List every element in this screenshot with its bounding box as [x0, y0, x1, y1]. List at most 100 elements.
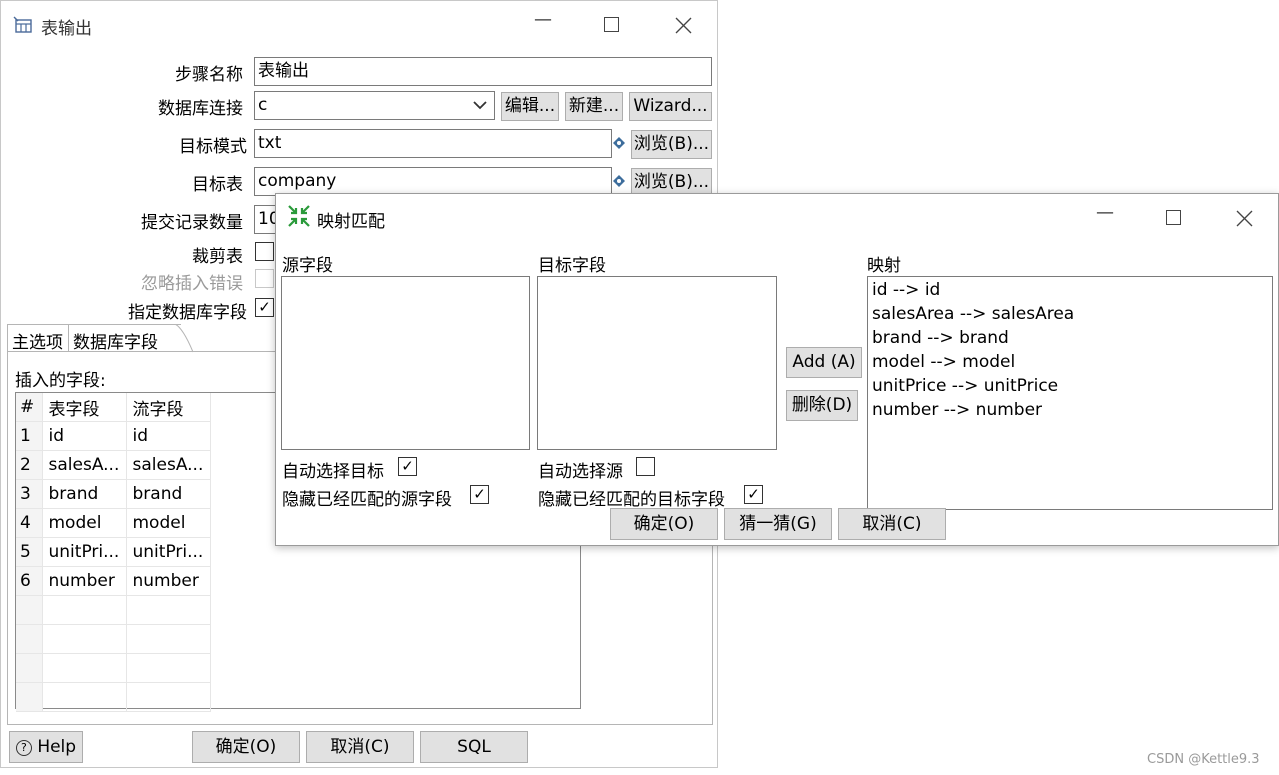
ignore-errors-label: 忽略插入错误 — [141, 274, 243, 294]
row-number: 5 — [16, 537, 43, 567]
help-button[interactable]: ? Help — [9, 731, 83, 763]
fields-table[interactable]: # 表字段 流字段 1 id id 2 salesA... salesA... 3 bra… — [16, 393, 211, 712]
table-cell[interactable]: brand — [126, 479, 211, 509]
table-header: 流字段 — [126, 393, 211, 422]
table-row — [16, 653, 211, 683]
table-cell[interactable]: brand — [42, 479, 127, 509]
table-output-icon — [13, 16, 32, 33]
fields-label: 插入的字段: — [15, 371, 106, 391]
table-header-row: # 表字段 流字段 — [16, 393, 211, 422]
table-cell[interactable]: model — [126, 508, 211, 538]
hide-matched-target-checkbox[interactable]: ✓ — [744, 485, 763, 504]
ok-button[interactable]: 确定(O) — [192, 731, 300, 763]
table-cell[interactable]: id — [126, 421, 211, 451]
list-item[interactable]: unitPrice --> unitPrice — [872, 376, 1058, 396]
table-header: # — [16, 393, 43, 422]
browse-schema-button[interactable]: 浏览(B)... — [631, 130, 712, 159]
guess-button[interactable]: 猜一猜(G) — [724, 508, 832, 540]
tab-main-options[interactable]: 主选项 — [7, 324, 69, 353]
row-number: 1 — [16, 421, 43, 451]
table-row[interactable]: 6 number number — [16, 566, 211, 596]
row-number: 2 — [16, 450, 43, 480]
add-mapping-button[interactable]: Add (A) — [786, 347, 862, 378]
row-number: 4 — [16, 508, 43, 538]
auto-select-source-label: 自动选择源 — [538, 462, 623, 482]
mappings-list[interactable]: id --> id salesArea --> salesArea brand … — [867, 276, 1273, 510]
dialog-cancel-button[interactable]: 取消(C) — [838, 508, 946, 540]
sql-button[interactable]: SQL — [420, 731, 528, 763]
db-connection-select[interactable]: c — [254, 91, 495, 120]
table-row[interactable]: 1 id id — [16, 421, 211, 451]
table-cell[interactable]: unitPri... — [126, 537, 211, 567]
minimize-icon[interactable]: — — [1096, 202, 1114, 223]
db-connection-value: c — [258, 95, 268, 115]
table-cell[interactable]: number — [42, 566, 127, 596]
step-name-input[interactable]: 表输出 — [254, 57, 712, 86]
table-row[interactable]: 2 salesA... salesA... — [16, 450, 211, 480]
hide-matched-target-label: 隐藏已经匹配的目标字段 — [538, 490, 725, 510]
step-name-label: 步骤名称 — [175, 65, 243, 85]
auto-select-target-label: 自动选择目标 — [282, 462, 384, 482]
specify-fields-checkbox[interactable]: ✓ — [255, 298, 274, 317]
list-item[interactable]: salesArea --> salesArea — [872, 304, 1074, 324]
hide-matched-source-checkbox[interactable]: ✓ — [470, 485, 489, 504]
table-cell[interactable]: id — [42, 421, 127, 451]
wizard-button[interactable]: Wizard... — [629, 92, 712, 121]
db-connection-label: 数据库连接 — [158, 99, 243, 119]
chevron-down-icon — [473, 101, 487, 110]
window-title: 表输出 — [41, 19, 92, 39]
target-schema-label: 目标模式 — [179, 137, 247, 157]
table-cell[interactable]: salesA... — [126, 450, 211, 480]
maximize-icon[interactable] — [604, 17, 619, 32]
help-label: Help — [37, 737, 77, 757]
tab-db-fields[interactable]: 数据库字段 — [69, 324, 181, 353]
table-cell[interactable]: number — [126, 566, 211, 596]
table-row — [16, 624, 211, 654]
help-icon: ? — [15, 740, 32, 756]
auto-select-target-checkbox[interactable]: ✓ — [398, 457, 417, 476]
mapping-icon — [288, 205, 310, 227]
target-fields-list[interactable] — [537, 276, 777, 450]
cancel-button[interactable]: 取消(C) — [306, 731, 414, 763]
target-fields-label: 目标字段 — [538, 256, 606, 276]
list-item[interactable]: brand --> brand — [872, 328, 1009, 348]
close-icon[interactable] — [1236, 210, 1253, 227]
variable-icon — [613, 137, 625, 149]
edit-connection-button[interactable]: 编辑... — [501, 92, 559, 121]
table-cell[interactable]: unitPri... — [42, 537, 127, 567]
source-fields-label: 源字段 — [282, 256, 333, 276]
variable-icon — [613, 175, 625, 187]
table-cell[interactable]: model — [42, 508, 127, 538]
list-item[interactable]: number --> number — [872, 400, 1042, 420]
table-cell[interactable]: salesA... — [42, 450, 127, 480]
delete-mapping-button[interactable]: 删除(D) — [786, 390, 858, 421]
truncate-label: 裁剪表 — [192, 247, 243, 267]
row-number: 6 — [16, 566, 43, 596]
auto-select-source-checkbox[interactable] — [636, 457, 655, 476]
dialog-title: 映射匹配 — [317, 212, 385, 232]
table-row — [16, 682, 211, 712]
dialog-ok-button[interactable]: 确定(O) — [610, 508, 718, 540]
table-row[interactable]: 3 brand brand — [16, 479, 211, 509]
truncate-checkbox[interactable] — [255, 242, 274, 261]
hide-matched-source-label: 隐藏已经匹配的源字段 — [282, 490, 452, 510]
target-schema-input[interactable]: txt — [254, 129, 612, 158]
list-item[interactable]: id --> id — [872, 280, 940, 300]
list-item[interactable]: model --> model — [872, 352, 1015, 372]
mappings-label: 映射 — [867, 256, 901, 276]
close-icon[interactable] — [675, 17, 692, 34]
new-connection-button[interactable]: 新建... — [565, 92, 623, 121]
commit-size-label: 提交记录数量 — [141, 213, 243, 233]
target-table-label: 目标表 — [192, 175, 243, 195]
ignore-errors-checkbox[interactable] — [255, 269, 274, 288]
table-row — [16, 595, 211, 625]
minimize-icon[interactable]: — — [534, 9, 552, 30]
tab-edge — [169, 324, 193, 353]
row-number: 3 — [16, 479, 43, 509]
watermark: CSDN @Kettle9.3 — [1147, 752, 1260, 767]
table-row[interactable]: 4 model model — [16, 508, 211, 538]
table-row[interactable]: 5 unitPri... unitPri... — [16, 537, 211, 567]
maximize-icon[interactable] — [1166, 210, 1181, 225]
target-table-input[interactable]: company — [254, 167, 612, 196]
source-fields-list[interactable] — [281, 276, 530, 450]
